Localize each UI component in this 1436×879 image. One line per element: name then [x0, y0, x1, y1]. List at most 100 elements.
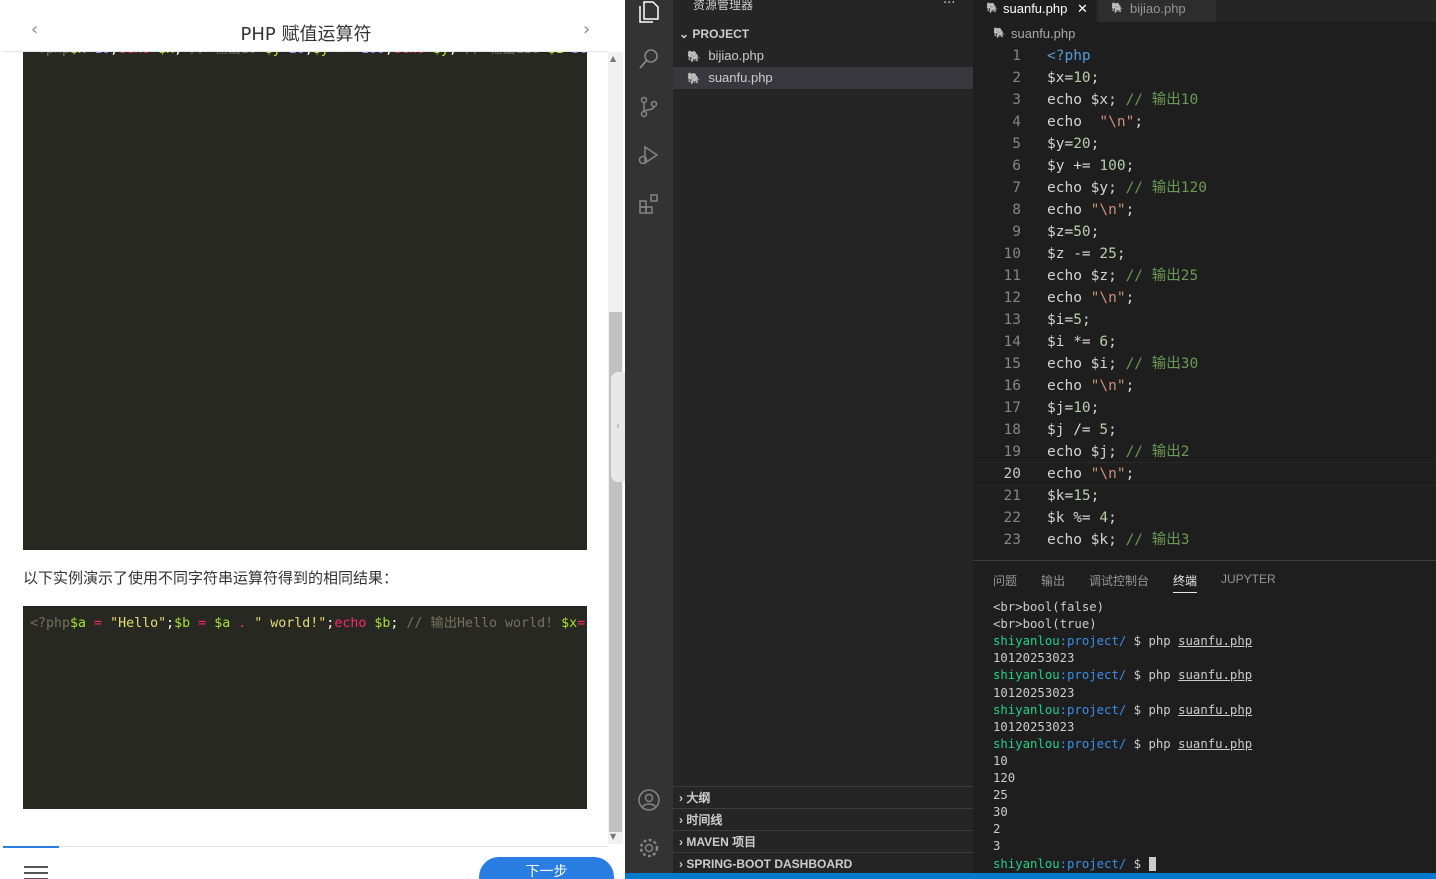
line-code: echo $k; // 输出3: [1047, 532, 1190, 548]
file-item-bijiao[interactable]: 🐘 bijiao.php: [673, 45, 973, 67]
file-item-suanfu[interactable]: 🐘 suanfu.php: [673, 67, 973, 89]
line-code: $y=20;: [1047, 136, 1100, 152]
editor-line[interactable]: 13 $i=5;: [973, 309, 1436, 331]
explorer-icon[interactable]: [637, 0, 661, 24]
next-step-button[interactable]: 下一步: [479, 857, 614, 879]
editor-line[interactable]: 22 $k %= 4;: [973, 507, 1436, 529]
code-line: echo $y; // 输出120: [393, 52, 540, 57]
editor-line[interactable]: 11 echo $z; // 输出25: [973, 265, 1436, 287]
maven-label: MAVEN 项目: [686, 835, 757, 849]
php-file-icon: 🐘: [687, 73, 701, 85]
line-code: $k %= 4;: [1047, 510, 1117, 526]
tab-bijiao[interactable]: 🐘 bijiao.php: [1098, 0, 1216, 22]
terminal-line: 10120253023: [993, 719, 1075, 734]
code-line: $y=20;: [265, 52, 313, 57]
source-control-icon[interactable]: [637, 95, 661, 119]
line-number: 11: [1003, 268, 1021, 284]
tab-suanfu[interactable]: 🐘 suanfu.php ✕: [973, 0, 1096, 22]
editor-line[interactable]: 3 echo $x; // 输出10: [973, 89, 1436, 111]
scroll-up-icon[interactable]: ▲: [610, 54, 616, 63]
line-number: 4: [1012, 114, 1021, 130]
account-icon[interactable]: [637, 788, 661, 812]
tutorial-pane: ‹ PHP 赋值运算符 › <?php$x=10;echo $x; // 输出1…: [0, 0, 625, 879]
scroll-down-icon[interactable]: ▼: [610, 832, 616, 841]
run-debug-icon[interactable]: [637, 143, 661, 167]
maven-section[interactable]: › MAVEN 项目: [673, 830, 973, 852]
panel-tab[interactable]: JUPYTER: [1221, 572, 1276, 586]
panel-tab[interactable]: 终端: [1173, 572, 1198, 593]
terminal-line: 30: [993, 805, 1008, 820]
terminal-line: shiyanlou:project/ $ php suanfu.php: [993, 634, 1253, 649]
code-line: echo $b; // 输出Hello world!: [334, 616, 554, 631]
chevron-right-icon: ›: [679, 791, 683, 805]
panel-tab[interactable]: 调试控制台: [1089, 572, 1149, 589]
panel-tab[interactable]: 输出: [1041, 572, 1065, 589]
editor-line[interactable]: 4 echo "\n";: [973, 111, 1436, 133]
editor-line[interactable]: 12 echo "\n";: [973, 287, 1436, 309]
status-bar: [625, 873, 1436, 879]
editor-line[interactable]: 7 echo $y; // 输出120: [973, 177, 1436, 199]
timeline-section[interactable]: › 时间线: [673, 808, 973, 830]
code-line: $z=50;: [548, 52, 587, 57]
search-icon[interactable]: [637, 47, 661, 71]
editor-line[interactable]: 6 $y += 100;: [973, 155, 1436, 177]
terminal-line: 120: [993, 771, 1016, 785]
chevron-down-icon: ⌄: [679, 27, 690, 41]
editor-line[interactable]: 1 <?php: [973, 45, 1436, 67]
line-code: $y += 100;: [1047, 158, 1135, 174]
editor-line[interactable]: 14 $i *= 6;: [973, 331, 1436, 353]
line-number: 14: [1003, 334, 1021, 350]
editor-line[interactable]: 8 echo "\n";: [973, 199, 1436, 221]
editor-line[interactable]: 9 $z=50;: [973, 221, 1436, 243]
file-label: bijiao.php: [708, 48, 764, 63]
editor-line[interactable]: 16 echo "\n";: [973, 375, 1436, 397]
collapse-handle[interactable]: ‹: [611, 372, 625, 482]
editor-line[interactable]: 19 echo $j; // 输出2: [973, 441, 1436, 463]
terminal-line: 10120253023: [993, 685, 1075, 700]
line-number: 6: [1012, 158, 1021, 174]
breadcrumb[interactable]: 🐘 suanfu.php: [973, 24, 1436, 44]
explorer-title: 资源管理器: [693, 0, 754, 12]
line-number: 9: [1012, 224, 1021, 240]
tab-label: suanfu.php: [1003, 1, 1068, 16]
terminal-line: shiyanlou:project/ $ php suanfu.php: [993, 702, 1253, 717]
terminal-line: 3: [993, 839, 1001, 854]
line-number: 2: [1012, 70, 1021, 86]
chevron-right-icon[interactable]: ›: [583, 19, 590, 40]
editor-line[interactable]: 21 $k=15;: [973, 485, 1436, 507]
editor-line[interactable]: 17 $j=10;: [973, 397, 1436, 419]
php-file-icon: 🐘: [687, 51, 701, 63]
list-icon[interactable]: [24, 866, 48, 879]
line-code: <?php: [1047, 48, 1091, 64]
editor-line[interactable]: 18 $j /= 5;: [973, 419, 1436, 441]
file-label: suanfu.php: [708, 70, 773, 85]
editor-line[interactable]: 2 $x=10;: [973, 67, 1436, 89]
panel-tab[interactable]: 问题: [993, 572, 1017, 589]
spring-boot-section[interactable]: › SPRING-BOOT DASHBOARD: [673, 852, 973, 874]
code-block-2: <?php$a = "Hello";$b = $a . " world!";ec…: [23, 606, 587, 809]
close-icon[interactable]: ✕: [1077, 0, 1088, 18]
editor-clip: 24: [973, 553, 1436, 560]
editor-line[interactable]: 5 $y=20;: [973, 133, 1436, 155]
page-title: PHP 赋值运算符: [240, 24, 372, 45]
line-number: 16: [1003, 378, 1021, 394]
example-description: 以下实例演示了使用不同字符串运算符得到的相同结果：: [23, 569, 399, 587]
editor-line[interactable]: 15 echo $i; // 输出30: [973, 353, 1436, 375]
line-number: 20: [1003, 466, 1021, 482]
line-number: 23: [1003, 532, 1021, 548]
activity-bar: [625, 0, 673, 879]
project-label: PROJECT: [692, 27, 750, 41]
project-folder[interactable]: ⌄ PROJECT: [673, 23, 973, 45]
line-code: echo $j; // 输出2: [1047, 444, 1190, 460]
line-code: $i=5;: [1047, 312, 1091, 328]
extensions-icon[interactable]: [637, 192, 661, 216]
chevron-right-icon: ›: [679, 835, 683, 849]
gear-icon[interactable]: [637, 836, 661, 860]
editor-line[interactable]: 23 echo $k; // 输出3: [973, 529, 1436, 551]
outline-section[interactable]: › 大纲: [673, 786, 973, 808]
more-actions-icon[interactable]: ···: [943, 0, 955, 11]
terminal-line: 2: [993, 822, 1001, 837]
editor-line[interactable]: 10 $z -= 25;: [973, 243, 1436, 265]
editor-line[interactable]: 20 echo "\n";: [972, 462, 1436, 486]
